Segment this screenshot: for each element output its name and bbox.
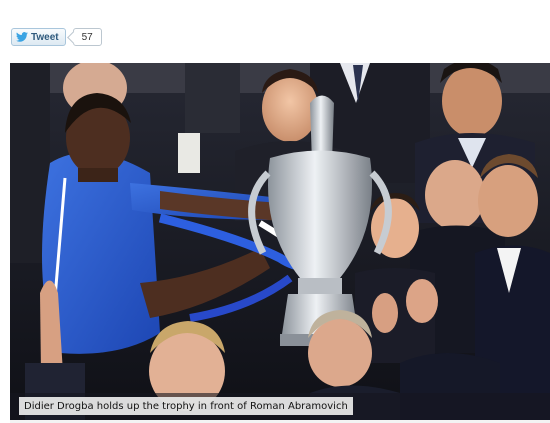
tweet-count-bubble[interactable]: 57: [72, 28, 102, 46]
tweet-button[interactable]: Tweet: [11, 28, 66, 46]
share-bar: Tweet 57: [11, 28, 102, 46]
tweet-label: Tweet: [31, 31, 59, 43]
photo-caption: Didier Drogba holds up the trophy in fro…: [19, 397, 353, 415]
tweet-count: 57: [81, 31, 93, 43]
twitter-bird-icon: [16, 32, 28, 42]
news-photo: [10, 63, 550, 420]
